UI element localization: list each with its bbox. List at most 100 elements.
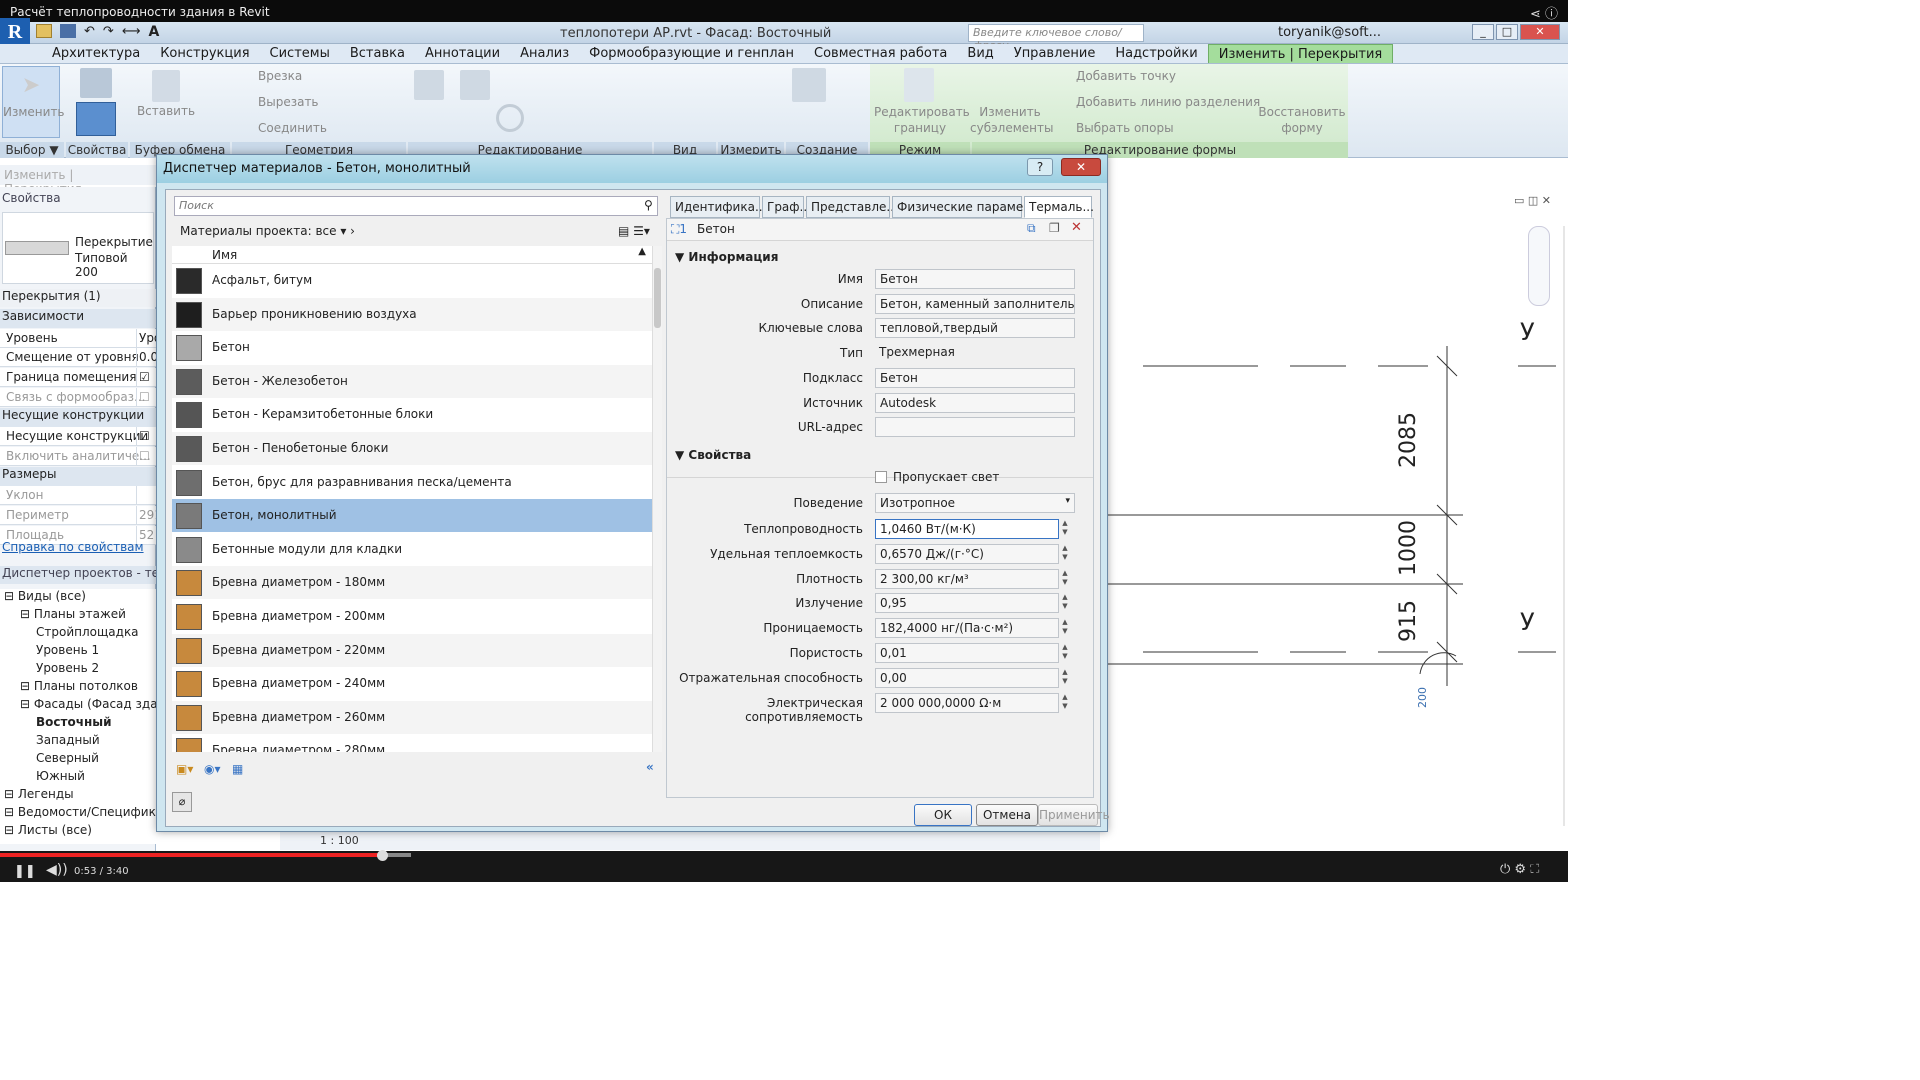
tab-modify-floors[interactable]: Изменить | Перекрытия [1207, 44, 1394, 63]
tab-appearance[interactable]: Представле... [806, 196, 898, 218]
property-row[interactable]: Несущие конструкции ☐ [0, 427, 156, 447]
browser-item[interactable]: Уровень 2 [36, 661, 99, 675]
video-progress-played[interactable] [0, 853, 383, 857]
edit-boundary-label[interactable]: Редактировать границу [874, 104, 970, 136]
properties-group-header[interactable]: Несущие конструкции [0, 407, 156, 427]
collapse-library-icon[interactable]: « [646, 760, 654, 774]
rotate-icon[interactable] [496, 104, 524, 132]
dimension-2085[interactable]: 2085 [1396, 412, 1421, 468]
tree-expander-icon[interactable]: ⊟ [20, 679, 34, 693]
browser-item[interactable]: ⊟ Ведомости/Специфик [4, 805, 156, 819]
text-icon[interactable]: A [148, 24, 159, 42]
spinner-icon[interactable]: ▲ ▼ [1059, 668, 1071, 688]
align-icon[interactable] [414, 70, 444, 100]
tab-massing[interactable]: Формообразующие и генплан [579, 44, 804, 63]
open-icon[interactable] [36, 24, 52, 38]
material-list-item[interactable]: Бетон [172, 331, 652, 364]
tab-view[interactable]: Вид [957, 44, 1003, 63]
view-window-controls[interactable]: ▭ ◫ ✕ [1514, 194, 1551, 207]
spinner-icon[interactable]: ▲ ▼ [1059, 643, 1071, 663]
tab-graphics[interactable]: Граф... [762, 196, 811, 218]
view-options-icon[interactable]: ▤ ☰▾ [618, 224, 650, 238]
material-settings-icon[interactable]: ⌀ [172, 792, 192, 812]
thermal-property-input[interactable]: 182,4000 нг/(Па·с·м²) [875, 618, 1059, 639]
tree-expander-icon[interactable]: ⊟ [4, 787, 18, 801]
properties-group-header[interactable]: Размеры [0, 466, 156, 486]
property-row[interactable]: Включить аналитиче... ☐ [0, 446, 156, 466]
material-list-item[interactable]: Асфальт, битум [172, 264, 652, 297]
tab-insert[interactable]: Вставка [340, 44, 415, 63]
properties-help-link[interactable]: Справка по свойствам [0, 540, 144, 554]
material-list-header[interactable]: Имя ▲ [172, 246, 652, 264]
tab-architecture[interactable]: Архитектура [42, 44, 150, 63]
browser-item[interactable]: Восточный [36, 715, 112, 729]
property-row[interactable]: Связь с формообраз... ☐ [0, 387, 156, 407]
material-list-item[interactable]: Бетон - Железобетон [172, 364, 652, 398]
property-value[interactable]: ☐ [136, 387, 156, 407]
spinner-icon[interactable]: ▲ ▼ [1059, 618, 1071, 638]
tab-thermal[interactable]: Термаль... [1024, 196, 1094, 218]
material-list-item[interactable]: Бревна диаметром - 240мм [172, 667, 652, 700]
property-value[interactable]: 0.0 [136, 348, 156, 368]
search-icon[interactable]: ⚲ [644, 198, 653, 212]
thermal-property-input[interactable]: 0,6570 Дж/(г·°С) [875, 543, 1059, 564]
view-scale[interactable]: 1 : 100 [320, 834, 359, 847]
tree-expander-icon[interactable]: ⊟ [4, 589, 18, 603]
property-value[interactable]: 291 [136, 506, 156, 525]
cut-out-label[interactable]: Вырезать [258, 95, 319, 109]
dialog-help-button[interactable]: ? [1027, 158, 1053, 176]
pick-supports-label[interactable]: Выбрать опоры [1076, 121, 1174, 135]
property-value[interactable]: ☐ [136, 427, 156, 447]
column-name[interactable]: Имя [212, 248, 237, 262]
measure-icon[interactable]: ⟷ [122, 24, 141, 42]
tab-structure[interactable]: Конструкция [150, 44, 259, 63]
property-row[interactable]: Смещение от уровня0.0 [0, 348, 156, 368]
offset-icon[interactable] [460, 70, 490, 100]
property-value[interactable]: Уро [136, 328, 156, 348]
tab-analyze[interactable]: Анализ [510, 44, 579, 63]
property-row[interactable]: Уровень Уро [0, 328, 156, 348]
properties-group-header[interactable]: Зависимости [0, 309, 156, 328]
properties-icon[interactable] [76, 102, 116, 136]
thermal-property-input[interactable]: 2 300,00 кг/м³ [875, 568, 1059, 589]
dimension-1000[interactable]: 1000 [1396, 520, 1421, 576]
add-split-line-label[interactable]: Добавить линию разделения [1076, 95, 1260, 109]
property-row[interactable]: Граница помещения ☑ [0, 368, 156, 388]
spinner-icon[interactable]: ▲ ▼ [1059, 593, 1071, 613]
library-icon[interactable]: ▣▾ [176, 762, 193, 776]
type-properties-icon[interactable] [80, 68, 112, 98]
add-point-label[interactable]: Добавить точку [1076, 69, 1176, 83]
edit-subelements-label[interactable]: Изменить субэлементы [970, 104, 1053, 136]
type-selector[interactable]: Перекрытие Типовой 200 [2, 212, 154, 284]
property-value[interactable]: ☑ [136, 368, 156, 388]
material-list-item[interactable]: Бревна диаметром - 200мм [172, 600, 652, 633]
property-value[interactable]: ☐ [136, 446, 156, 466]
thermal-property-input[interactable]: 0,01 [875, 643, 1059, 663]
tab-physical[interactable]: Физические параме... [892, 196, 1035, 218]
tab-systems[interactable]: Системы [260, 44, 340, 63]
edit-boundary-icon[interactable] [904, 68, 934, 102]
undo-icon[interactable]: ↶ [84, 24, 95, 42]
minimize-icon[interactable]: _ [1472, 24, 1494, 40]
reset-shape-label[interactable]: Восстановить форму [1256, 104, 1348, 136]
browser-item[interactable]: ⊟ Листы (все) [4, 823, 92, 837]
redo-icon[interactable]: ↷ [103, 24, 114, 42]
tab-manage[interactable]: Управление [1004, 44, 1106, 63]
cancel-button[interactable]: Отмена [976, 804, 1038, 826]
instance-selector[interactable]: Перекрытия (1) [0, 289, 156, 307]
drawing-canvas[interactable]: У У 2085 1000 915 200 ▭ ◫ ✕ [1108, 186, 1568, 851]
material-list-item[interactable]: Бревна диаметром - 280мм [172, 734, 652, 752]
spinner-icon[interactable]: ▲ ▼ [1059, 569, 1071, 589]
dimension-200[interactable]: 200 [1416, 687, 1429, 708]
pause-icon[interactable]: ❚❚ [14, 864, 36, 879]
create-material-icon[interactable]: ◉▾ [204, 762, 221, 776]
settings-icon[interactable]: ⏻ ⚙ ⛶ [1500, 862, 1539, 877]
tree-expander-icon[interactable]: ⊟ [20, 607, 34, 621]
material-list-scrollbar[interactable] [652, 246, 662, 752]
browser-item[interactable]: ⊟ Планы этажей [20, 607, 126, 621]
tab-identity[interactable]: Идентифика... [670, 196, 766, 218]
thermal-property-input[interactable]: 0,00 [875, 667, 1059, 688]
property-row[interactable]: Периметр 291 [0, 506, 156, 525]
tree-expander-icon[interactable]: ⊟ [4, 823, 18, 837]
maximize-icon[interactable]: □ [1496, 24, 1518, 40]
